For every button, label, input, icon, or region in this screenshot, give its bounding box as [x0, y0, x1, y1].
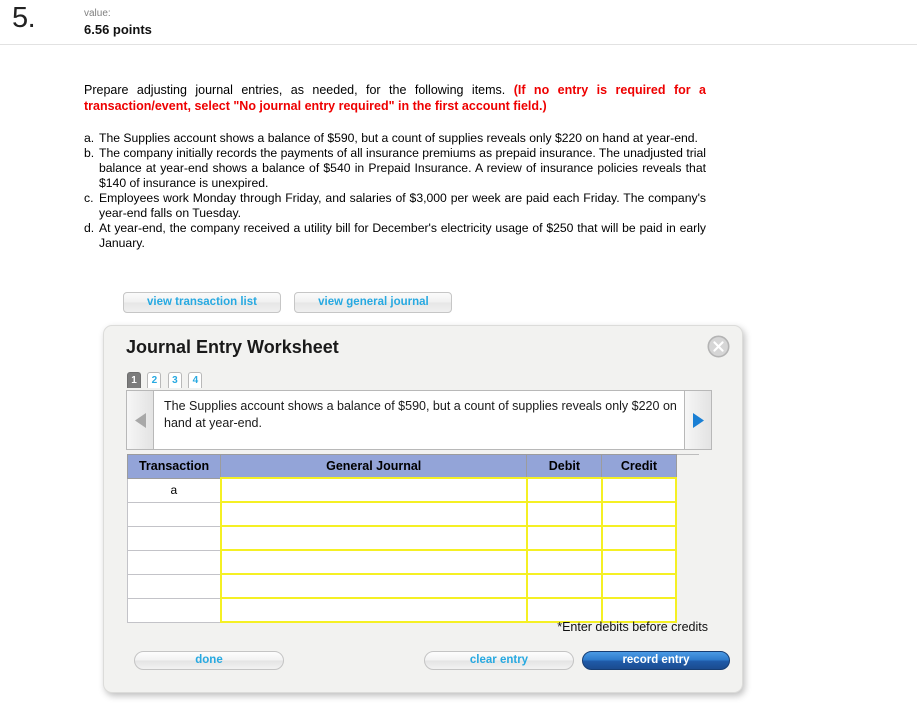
view-general-journal-button[interactable]: view general journal [294, 292, 453, 313]
transaction-cell [126, 573, 222, 599]
column-header-general-journal: General Journal [220, 454, 528, 479]
transaction-cell [126, 501, 222, 527]
list-item: c. Employees work Monday through Friday,… [84, 191, 706, 221]
journal-entry-worksheet-dialog: Journal Entry Worksheet 1 2 3 4 The Supp… [103, 325, 743, 693]
credit-input[interactable] [600, 477, 678, 503]
debit-input[interactable] [525, 573, 603, 599]
credit-input[interactable] [600, 573, 678, 599]
table-row [126, 549, 678, 575]
credit-input[interactable] [600, 525, 678, 551]
transaction-cell: a [126, 477, 222, 503]
table-top-rule [677, 454, 699, 455]
credit-input[interactable] [600, 597, 678, 623]
table-row [126, 597, 678, 623]
credit-input[interactable] [600, 501, 678, 527]
column-header-transaction: Transaction [126, 454, 222, 479]
debit-input[interactable] [525, 549, 603, 575]
general-journal-input[interactable] [219, 573, 528, 599]
value-label: value: [84, 8, 111, 19]
credit-input[interactable] [600, 549, 678, 575]
list-item: b. The company initially records the pay… [84, 146, 706, 191]
value-points: 6.56 points [84, 22, 152, 37]
table-row [126, 573, 678, 599]
dialog-title: Journal Entry Worksheet [126, 337, 339, 357]
column-header-credit: Credit [601, 454, 677, 479]
list-item-text: At year-end, the company received a util… [99, 221, 706, 250]
transaction-cell [126, 597, 222, 623]
prompt-panel: The Supplies account shows a balance of … [126, 390, 712, 450]
list-item-text: Employees work Monday through Friday, an… [99, 191, 706, 220]
debit-input[interactable] [525, 525, 603, 551]
list-item: d. At year-end, the company received a u… [84, 221, 706, 251]
debit-input[interactable] [525, 501, 603, 527]
transaction-cell [126, 525, 222, 551]
question-header: 5. value: 6.56 points [0, 0, 917, 45]
list-item-marker: d. [84, 221, 95, 235]
table-row: a [126, 477, 678, 503]
step-tab-4[interactable]: 4 [188, 372, 203, 388]
list-item-marker: a. [84, 131, 95, 145]
instruction-plain: Prepare adjusting journal entries, as ne… [84, 83, 506, 97]
debit-input[interactable] [525, 597, 603, 623]
clear-entry-button[interactable]: clear entry [424, 651, 574, 670]
view-tabs: view transaction list view general journ… [123, 292, 453, 313]
list-item: a. The Supplies account shows a balance … [84, 131, 706, 146]
journal-entry-table: Transaction General Journal Debit Credit… [126, 454, 678, 623]
triangle-left-icon[interactable] [127, 391, 154, 449]
record-entry-button[interactable]: record entry [582, 651, 730, 670]
step-tab-2[interactable]: 2 [147, 372, 162, 388]
general-journal-input[interactable] [219, 597, 528, 623]
step-tab-1[interactable]: 1 [127, 372, 141, 388]
prompt-text: The Supplies account shows a balance of … [164, 399, 677, 430]
view-transaction-list-button[interactable]: view transaction list [123, 292, 281, 313]
triangle-right-icon[interactable] [684, 391, 711, 449]
instruction-text: Prepare adjusting journal entries, as ne… [84, 82, 706, 114]
close-icon[interactable] [707, 335, 730, 358]
list-item-marker: b. [84, 146, 95, 160]
general-journal-input[interactable] [219, 501, 528, 527]
question-item-list: a. The Supplies account shows a balance … [84, 131, 706, 251]
question-number: 5. [12, 2, 36, 34]
general-journal-input[interactable] [219, 525, 528, 551]
debits-before-credits-note: *Enter debits before credits [557, 620, 708, 634]
list-item-text: The Supplies account shows a balance of … [99, 131, 698, 145]
transaction-cell [126, 549, 222, 575]
table-row [126, 501, 678, 527]
list-item-text: The company initially records the paymen… [99, 146, 706, 190]
step-tabs: 1 2 3 4 [127, 370, 204, 388]
table-header-row: Transaction General Journal Debit Credit [126, 454, 677, 479]
general-journal-input[interactable] [219, 477, 528, 503]
column-header-debit: Debit [526, 454, 603, 479]
question-body: Prepare adjusting journal entries, as ne… [84, 82, 706, 251]
list-item-marker: c. [84, 191, 94, 205]
table-row [126, 525, 678, 551]
debit-input[interactable] [525, 477, 603, 503]
general-journal-input[interactable] [219, 549, 528, 575]
step-tab-3[interactable]: 3 [167, 372, 182, 388]
done-button[interactable]: done [134, 651, 284, 670]
